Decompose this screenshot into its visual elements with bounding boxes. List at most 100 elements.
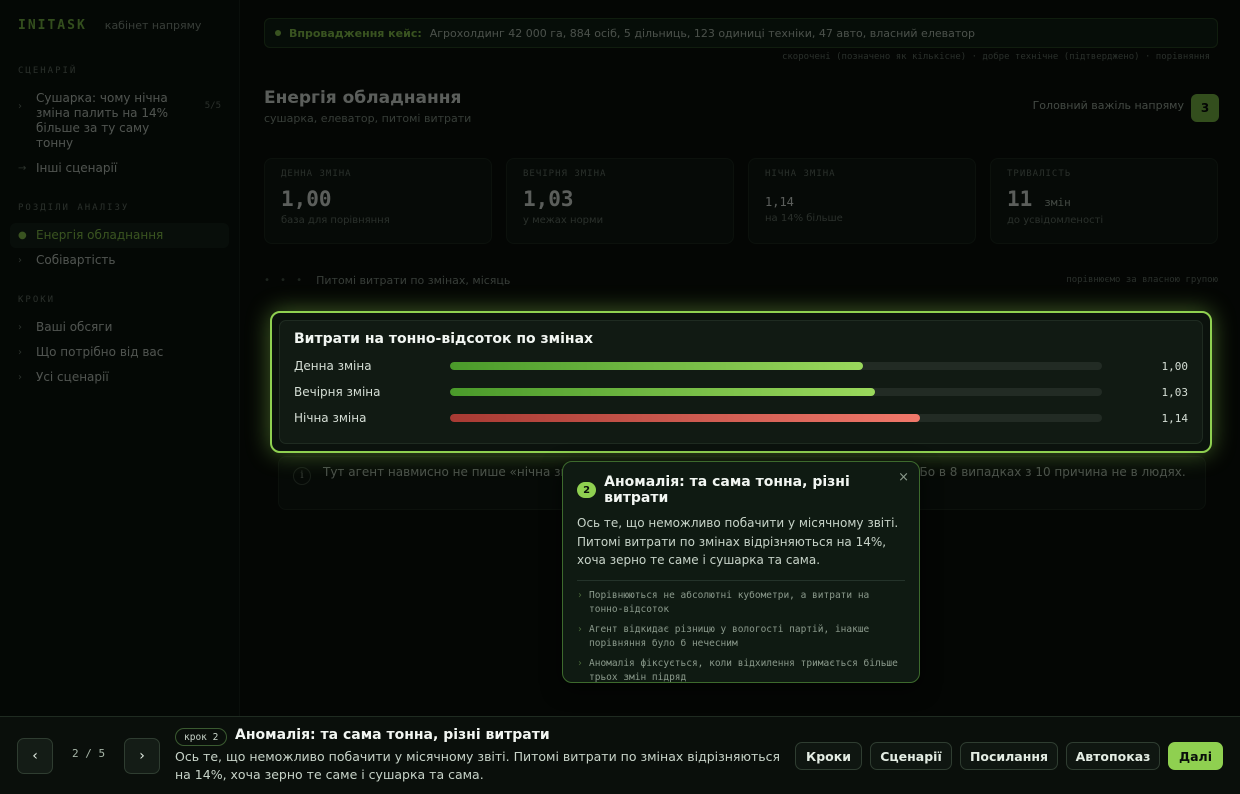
chart-category-label: Вечірня зміна	[294, 385, 381, 399]
chart-row: Денна зміна 1,00	[294, 353, 1188, 379]
kpi-sub: база для порівняння	[281, 215, 390, 226]
brand: INITASK кабінет напряму	[10, 18, 229, 40]
sidebar-item-label: Енергія обладнання	[36, 228, 164, 242]
kpi-label: ДЕННА ЗМІНА	[281, 169, 352, 179]
close-icon[interactable]: ×	[898, 470, 909, 485]
chart-row: Нічна зміна 1,14	[294, 405, 1188, 431]
bullet-icon: ›	[18, 347, 22, 358]
chart-bar-track	[450, 388, 1102, 396]
sidebar-section-analysis: Розділи аналізу	[18, 203, 130, 213]
kpi-sub: у межах норми	[523, 215, 604, 226]
kpi-card-evening: ВЕЧІРНЯ ЗМІНА 1,03 у межах норми	[506, 158, 734, 244]
autoplay-button[interactable]: Автопоказ	[1066, 742, 1160, 770]
bullet-icon: ›	[18, 101, 22, 112]
page-title: Енергія обладнання	[264, 88, 462, 108]
brand-subtitle: кабінет напряму	[104, 19, 202, 32]
chart-bar-track	[450, 414, 1102, 422]
sidebar-item-label: Усі сценарії	[36, 370, 109, 384]
chart-category-label: Нічна зміна	[294, 411, 367, 425]
sidebar-item-your-volumes[interactable]: › Ваші обсяги	[10, 315, 229, 340]
section-label: Питомі витрати по змінах, місяць	[316, 273, 511, 287]
tooltip-bullet: Порівнюються не абсолютні кубометри, а в…	[577, 589, 905, 618]
tooltip-header: 2 Аномалія: та сама тонна, різні витрати	[577, 474, 905, 506]
step-description: Ось те, що неможливо побачити у місячном…	[175, 749, 781, 782]
app-window: INITASK кабінет напряму Сценарій › Сушар…	[0, 0, 1240, 716]
brand-logo: INITASK	[18, 18, 87, 33]
kpi-value: 1,14	[765, 195, 959, 209]
kpi-unit: змін	[1044, 196, 1071, 209]
next-step-arrow-button[interactable]: ›	[124, 738, 160, 774]
sidebar-section-steps: Кроки	[18, 295, 56, 305]
banner-text: Агрохолдинг 42 000 га, 884 осіб, 5 дільн…	[429, 26, 975, 40]
kpi-value: 11 змін	[1007, 187, 1201, 211]
kpi-sub: до усвідомленості	[1007, 215, 1104, 226]
kpi-value: 1,03	[523, 187, 717, 211]
kpi-value: 1,00	[281, 187, 475, 211]
tooltip-title: Аномалія: та сама тонна, різні витрати	[604, 474, 850, 506]
chart-bar-track	[450, 362, 1102, 370]
steps-button[interactable]: Кроки	[795, 742, 862, 770]
tooltip-description: Ось те, що неможливо побачити у місячном…	[577, 516, 899, 567]
step-title: Аномалія: та сама тонна, різні витрати	[235, 727, 550, 743]
bullet-icon: ›	[18, 372, 22, 383]
main-lever-label: Головний важіль напряму	[1032, 99, 1184, 112]
kpi-label: ТРИВАЛІСТЬ	[1007, 169, 1072, 179]
tour-bottom-bar: ‹ 2 / 5 › крок 2 Аномалія: та сама тонна…	[0, 716, 1240, 794]
main-lever-button[interactable]: 3	[1191, 94, 1219, 122]
chart-rows: Денна зміна 1,00 Вечірня зміна 1,03 Нічна зм…	[294, 353, 1188, 431]
sidebar-item-cost[interactable]: › Собівартість	[10, 248, 229, 273]
sidebar-item-label: Сушарка: чому нічна зміна палить на 14% …	[36, 91, 169, 150]
kpi-row: ДЕННА ЗМІНА 1,00 база для порівняння ВЕЧ…	[264, 158, 1218, 244]
status-dot-icon	[275, 30, 281, 36]
sidebar-item-badge: 5/5	[204, 101, 221, 111]
kpi-number: 1,00	[281, 187, 332, 211]
chart-value-label: 1,00	[1161, 359, 1189, 373]
sidebar-item-requirements[interactable]: › Що потрібно від вас	[10, 340, 229, 365]
chart-value-label: 1,14	[1161, 411, 1189, 425]
kpi-label: ВЕЧІРНЯ ЗМІНА	[523, 169, 607, 179]
kpi-card-day: ДЕННА ЗМІНА 1,00 база для порівняння	[264, 158, 492, 244]
tooltip-bullet: Агент відкидає різницю у вологості парті…	[577, 623, 905, 652]
sidebar-item-other-scenarios[interactable]: → Інші сценарії	[10, 156, 229, 181]
tour-tooltip: 2 Аномалія: та сама тонна, різні витрати…	[562, 461, 920, 683]
case-banner: Впровадження кейс: Агрохолдинг 42 000 га…	[264, 18, 1218, 48]
divider	[577, 579, 905, 581]
kpi-card-night: НІЧНА ЗМІНА 1,14 на 14% більше	[748, 158, 976, 244]
tooltip-bullets: Порівнюються не абсолютні кубометри, а в…	[577, 589, 905, 686]
sidebar-item-all-scenarios[interactable]: › Усі сценарії	[10, 365, 229, 390]
step-badge: крок 2	[175, 728, 228, 746]
section-header: • • • Питомі витрати по змінах, місяць п…	[264, 268, 1218, 292]
chart-bar	[450, 388, 876, 396]
spotlight-chart: Витрати на тонно-відсоток по змінах Денн…	[270, 311, 1212, 453]
kpi-sub: на 14% більше	[765, 213, 843, 224]
shift-cost-chart: Витрати на тонно-відсоток по змінах Денн…	[279, 320, 1203, 444]
sidebar-item-label: Собівартість	[36, 253, 116, 267]
sidebar-item-label: Ваші обсяги	[36, 320, 113, 334]
sidebar-item-label: Інші сценарії	[36, 161, 118, 175]
next-button[interactable]: Далі	[1168, 742, 1223, 770]
scenarios-button[interactable]: Сценарії	[870, 742, 952, 770]
kpi-number: 11	[1007, 187, 1033, 211]
prev-step-button[interactable]: ‹	[17, 738, 53, 774]
page-subtitle: сушарка, елеватор, питомі витрати	[264, 112, 472, 125]
tooltip-step-number: 2	[577, 482, 597, 498]
sidebar-item-equipment-energy[interactable]: ● Енергія обладнання	[10, 223, 229, 248]
kpi-number: 1,03	[523, 187, 574, 211]
section-right-label: порівнюємо за власною групою	[1066, 275, 1218, 285]
bullet-icon: ›	[18, 322, 22, 333]
kpi-card-duration: ТРИВАЛІСТЬ 11 змін до усвідомленості	[990, 158, 1218, 244]
chart-bar	[450, 414, 921, 422]
kpi-label: НІЧНА ЗМІНА	[765, 169, 836, 179]
links-button[interactable]: Посилання	[960, 742, 1058, 770]
step-counter: 2 / 5	[72, 747, 106, 760]
active-dot-icon: ●	[18, 230, 27, 241]
sidebar: INITASK кабінет напряму Сценарій › Сушар…	[0, 0, 240, 716]
chart-row: Вечірня зміна 1,03	[294, 379, 1188, 405]
chart-title: Витрати на тонно-відсоток по змінах	[294, 331, 594, 347]
banner-label: Впровадження кейс:	[289, 26, 422, 40]
meta-line: скорочені (позначено як кількісне) · доб…	[781, 52, 1210, 62]
sidebar-section-scenario: Сценарій	[18, 66, 78, 76]
sidebar-item-dryer-scenario[interactable]: › Сушарка: чому нічна зміна палить на 14…	[10, 86, 229, 156]
chart-value-label: 1,03	[1161, 385, 1189, 399]
tooltip-bullet: Аномалія фіксується, коли відхилення три…	[577, 657, 905, 686]
